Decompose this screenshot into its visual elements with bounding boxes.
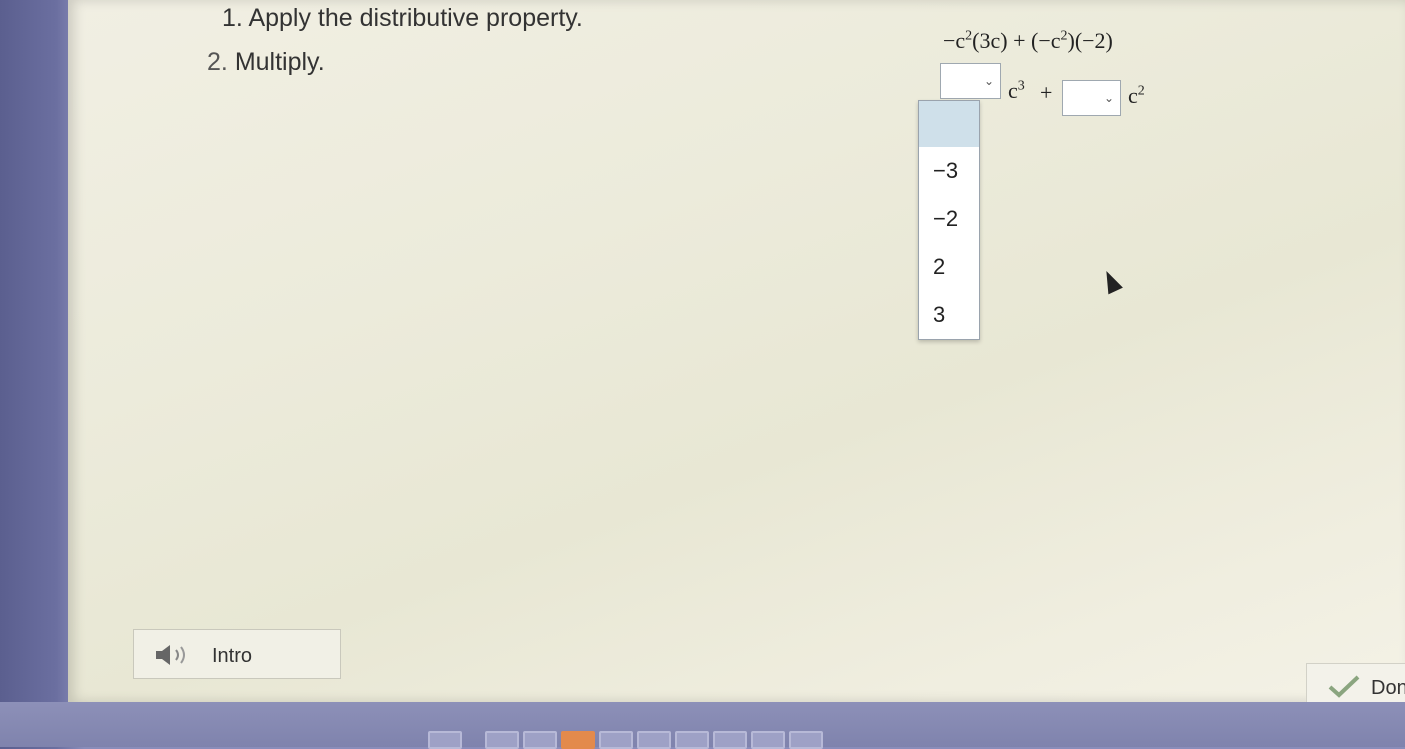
step-1: 1. Apply the distributive property. [222,4,583,33]
check-icon [1328,675,1360,698]
done-label: Don [1371,677,1405,699]
expression-line-1: −c2(3c) + (−c2)(−2) [943,28,1113,54]
plus-sign: + [1040,80,1053,105]
dropdown-option[interactable]: −2 [919,195,979,243]
expr-term-a: −c [943,28,966,53]
step-2: 2. Multiply. [207,48,325,77]
dropdown-option[interactable]: 3 [919,291,979,339]
expr-term-b: (3c) + (−c [972,28,1061,53]
progress-step[interactable] [789,731,823,749]
progress-step[interactable] [751,731,785,749]
dropdown-option[interactable]: −3 [919,147,979,195]
term-1-variable: c3 [1008,78,1025,104]
dropdown-option[interactable]: 2 [919,243,979,291]
coefficient-dropdown-list[interactable]: −3 −2 2 3 [918,100,980,340]
progress-step[interactable] [637,731,671,749]
progress-step[interactable] [523,731,557,749]
term-2-exp: 2 [1137,83,1145,99]
coefficient-select-2[interactable]: ⌄ [1062,80,1121,116]
dropdown-option-blank[interactable] [919,101,979,147]
step-2-text: Multiply. [234,48,325,76]
expr-term-c: )(−2) [1067,28,1113,53]
chevron-down-icon: ⌄ [983,74,994,88]
term-1-var: c [1008,78,1018,103]
lesson-screen [68,0,1405,702]
chevron-down-icon: ⌄ [1103,91,1114,105]
term-2-variable: c2 [1128,83,1145,109]
step-1-text: Apply the distributive property. [248,4,583,32]
progress-step[interactable] [599,731,633,749]
step-1-number: 1. [222,4,243,32]
coefficient-select-1[interactable]: ⌄ [940,63,1001,99]
intro-button[interactable]: Intro [133,629,341,679]
progress-step[interactable] [428,731,462,749]
step-2-number: 2. [207,48,228,76]
progress-step-current[interactable] [561,731,595,749]
progress-step[interactable] [675,731,709,749]
expr-term-b-exp: 2 [1060,28,1068,44]
speaker-icon [156,645,185,665]
intro-label: Intro [212,645,253,667]
progress-step[interactable] [485,731,519,749]
progress-step[interactable] [713,731,747,749]
term-1-exp: 3 [1017,78,1025,94]
term-2-var: c [1128,83,1138,108]
